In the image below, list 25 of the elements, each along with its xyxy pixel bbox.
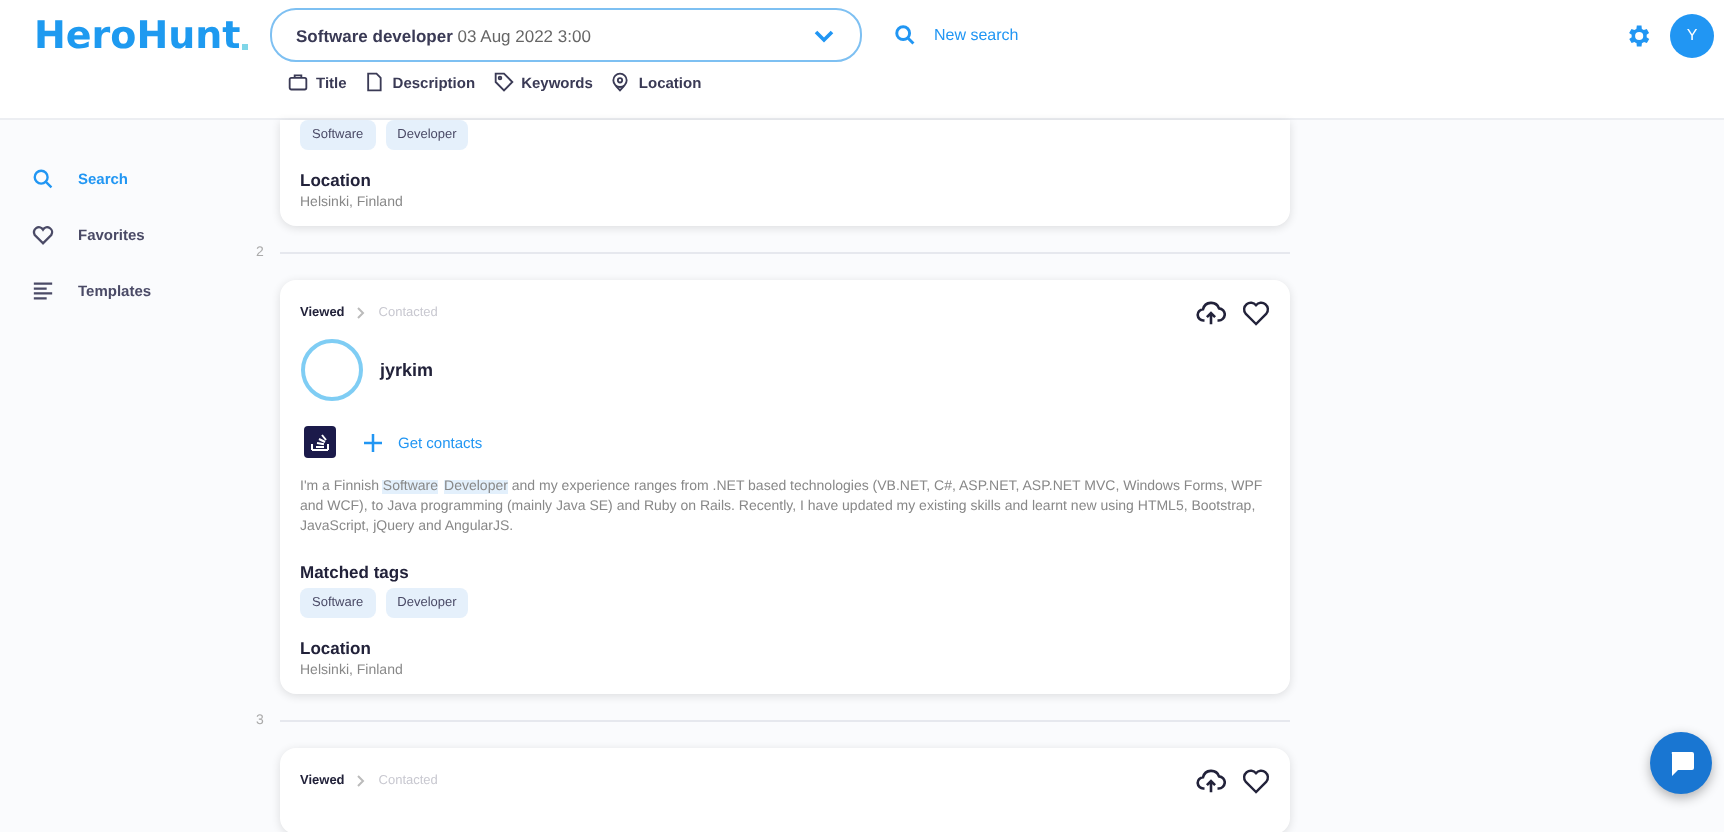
chat-icon: [1667, 749, 1695, 777]
chat-button[interactable]: [1650, 732, 1712, 794]
avatar-ring: [300, 338, 364, 402]
pin-icon: [610, 72, 631, 92]
chevron-right-icon: [356, 774, 367, 788]
cloud-upload-icon[interactable]: [1196, 300, 1226, 326]
heart-icon[interactable]: [1242, 300, 1270, 326]
briefcase-icon: [288, 72, 308, 92]
document-icon: [364, 72, 385, 92]
search-icon: [894, 24, 916, 46]
section-heading: Matched tags: [300, 562, 411, 582]
plus-icon: [364, 433, 382, 451]
chevron-down-icon: [812, 27, 836, 43]
heart-icon: [32, 224, 54, 246]
section-heading: Location: [300, 170, 373, 190]
cloud-upload-icon[interactable]: [1196, 768, 1226, 794]
heart-icon[interactable]: [1242, 768, 1270, 794]
chevron-right-icon: [356, 306, 367, 320]
settings-icon[interactable]: [1624, 21, 1652, 49]
list-icon: [32, 280, 54, 302]
search-icon: [32, 168, 54, 190]
tag-icon: [493, 72, 514, 92]
candidate-name: jyrkim: [380, 360, 434, 380]
search-select[interactable]: Software developer 03 Aug 2022 3:00: [270, 8, 862, 62]
section-heading: Location: [300, 638, 373, 658]
